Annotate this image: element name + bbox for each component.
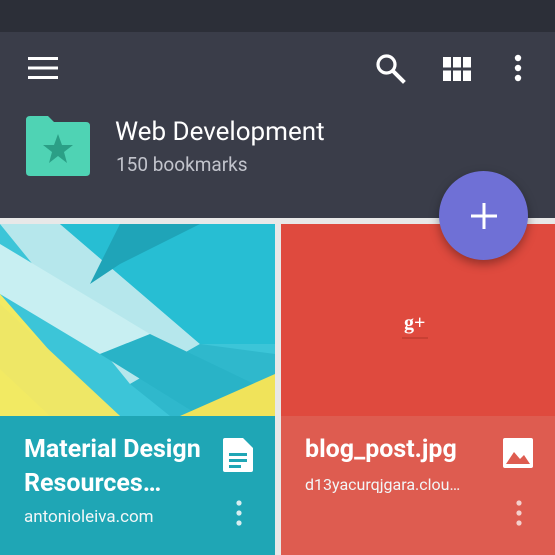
menu-icon bbox=[28, 57, 58, 79]
card-title: Material Design Resources… bbox=[24, 435, 201, 498]
card-title: blog_post.jpg bbox=[305, 435, 457, 464]
google-plus-thumbnail: g+ bbox=[404, 312, 426, 334]
document-icon bbox=[223, 438, 253, 472]
bookmark-card[interactable]: Material Design Resources… antonioleiva.… bbox=[0, 224, 275, 555]
image-icon bbox=[503, 438, 533, 468]
grid-view-button[interactable] bbox=[440, 52, 474, 86]
collection-title: Web Development bbox=[115, 117, 325, 147]
folder-star-icon bbox=[26, 116, 90, 176]
menu-button[interactable] bbox=[26, 54, 60, 82]
card-more-icon[interactable] bbox=[513, 499, 525, 529]
material-design-thumbnail bbox=[0, 224, 275, 416]
status-bar bbox=[0, 0, 555, 32]
card-url: antonioleiva.com bbox=[24, 507, 154, 527]
card-more-icon[interactable] bbox=[233, 499, 245, 529]
card-footer: blog_post.jpg d13yacurqjgara.clou… bbox=[281, 416, 555, 555]
grid-view-icon bbox=[443, 57, 471, 81]
add-bookmark-fab[interactable] bbox=[439, 171, 528, 260]
search-button[interactable] bbox=[372, 50, 408, 86]
bookmark-card[interactable]: g+ blog_post.jpg d13yacurqjgara.clou… bbox=[281, 224, 555, 555]
add-icon bbox=[470, 202, 497, 229]
card-footer: Material Design Resources… antonioleiva.… bbox=[0, 416, 275, 555]
search-icon bbox=[376, 54, 406, 84]
more-options-button[interactable] bbox=[506, 50, 530, 86]
folder-icon bbox=[26, 116, 90, 176]
more-vert-icon bbox=[514, 54, 522, 82]
bookmark-count: 150 bookmarks bbox=[116, 153, 248, 176]
thumbnail-underline bbox=[402, 337, 428, 339]
card-url: d13yacurqjgara.clou… bbox=[305, 475, 461, 494]
